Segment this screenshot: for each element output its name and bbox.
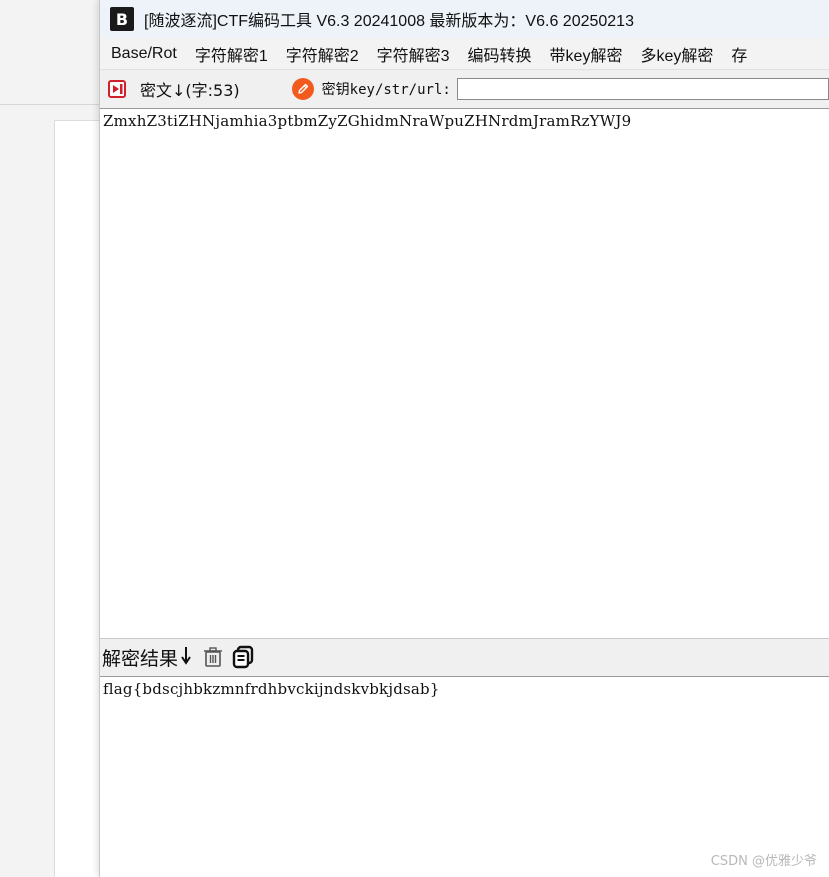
cipher-key-toolbar: 密文↓(字:53) 密钥key/str/url: [100,70,829,108]
menu-item-overflow[interactable]: 存 [722,38,756,70]
watermark: CSDN @优雅少爷 [710,854,817,869]
trash-icon[interactable] [200,644,226,670]
menu-item-key-decrypt[interactable]: 带key解密 [541,38,632,70]
arrow-down-icon [180,645,192,670]
menu-item-char-decrypt-1[interactable]: 字符解密1 [186,38,277,70]
menu-bar: Base/Rot 字符解密1 字符解密2 字符解密3 编码转换 带key解密 多… [100,38,829,70]
menu-item-char-decrypt-2[interactable]: 字符解密2 [277,38,368,70]
menu-item-base-rot[interactable]: Base/Rot [102,41,186,67]
menu-item-char-decrypt-3[interactable]: 字符解密3 [368,38,459,70]
background-panel [54,120,100,877]
cipher-import-icon[interactable] [106,78,128,100]
menu-item-multi-key-decrypt[interactable]: 多key解密 [631,38,722,70]
background-divider [0,104,100,105]
key-input[interactable] [456,78,829,100]
cipher-label: 密文↓(字:53) [140,81,240,100]
title-bar[interactable]: B [随波逐流]CTF编码工具 V6.3 20241008 最新版本为：V6.6… [100,0,829,38]
menu-item-encoding-convert[interactable]: 编码转换 [459,38,541,70]
key-label: 密钥key/str/url: [321,82,451,98]
edit-key-icon[interactable] [291,78,314,100]
window-title: [随波逐流]CTF编码工具 V6.3 20241008 最新版本为：V6.6 2… [144,13,634,30]
cipher-textarea[interactable]: ZmxhZ3tiZHNjamhia3ptbmZyZGhidmNraWpuZHNr… [100,108,829,639]
result-label: 解密结果 [102,647,179,670]
result-toolbar: 解密结果 [100,639,829,675]
copy-icon[interactable] [230,644,256,670]
ctf-tool-window: B [随波逐流]CTF编码工具 V6.3 20241008 最新版本为：V6.6… [99,0,829,877]
app-logo-icon: B [110,7,134,31]
result-textarea[interactable]: flag{bdscjhbkzmnfrdhbvckijndskvbkjdsab} [100,676,829,877]
